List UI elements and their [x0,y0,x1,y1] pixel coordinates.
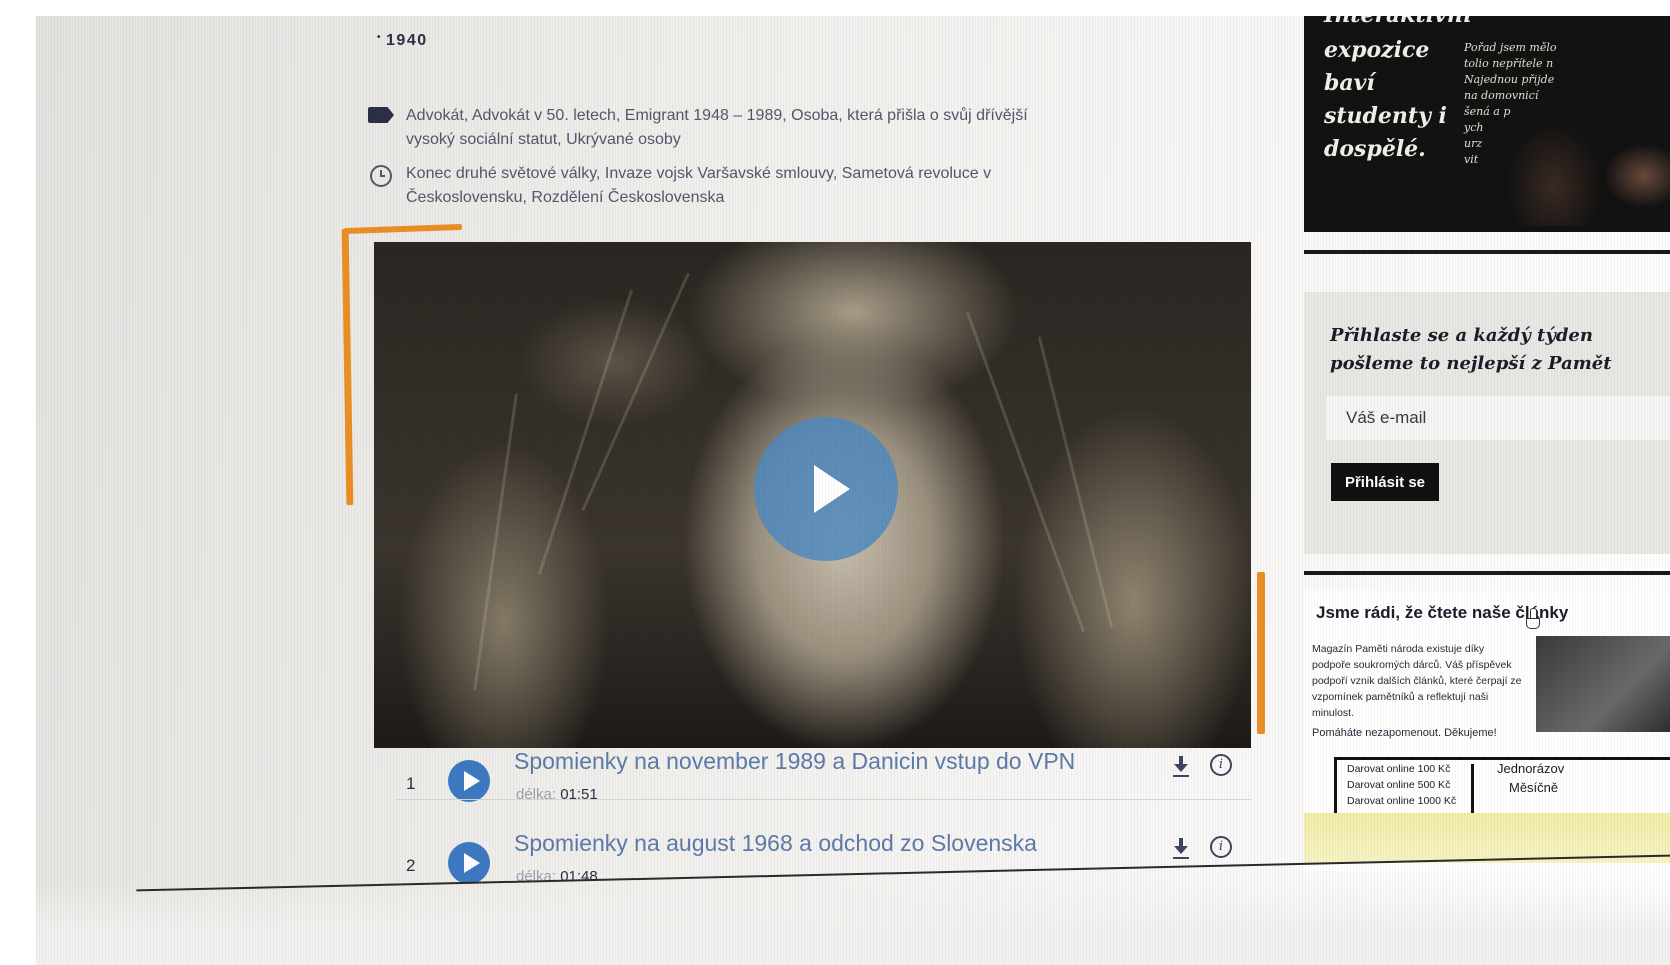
screen-bottom-edge [36,881,1670,965]
track-number: 2 [406,856,416,875]
newsletter-title: Přihlaste se a každý týden pošleme to ne… [1330,325,1612,374]
track-number: 1 [406,774,416,793]
subscribe-button[interactable]: Přihlásit se [1331,463,1439,501]
year-text: 1940 [386,32,428,49]
donate-option-1000[interactable]: Darovat online 1000 Kč [1347,795,1456,807]
track-divider [396,799,1251,800]
track-title[interactable]: Spomienky na august 1968 a odchod zo Slo… [514,830,1037,857]
donate-option-100[interactable]: Darovat online 100 Kč [1347,763,1450,775]
track-item-1[interactable]: 1 Spomienky na november 1989 a Danicin v… [396,744,1256,814]
promo-headline: expozice baví studenty i dospělé. [1324,37,1447,162]
orange-frame-top [343,223,463,235]
donate-option-500[interactable]: Darovat online 500 Kč [1347,779,1450,791]
clock-icon [366,162,396,210]
donation-options: Darovat online 100 Kč Darovat online 500… [1334,757,1670,819]
track-duration: délka: 01:51 [516,786,598,803]
donation-box: Jsme rádi, že čtete naše články Magazín … [1304,591,1670,871]
donation-text: Magazín Paměti národa existuje díky podp… [1312,643,1522,719]
donate-monthly-tab[interactable]: Měsíčně [1509,780,1558,795]
newsletter-box: Přihlaste se a každý týden pošleme to ne… [1304,292,1670,554]
track-play-button[interactable] [448,760,490,802]
events-row: Konec druhé světové války, Invaze vojsk … [366,162,1066,210]
video-play-button[interactable] [754,417,898,561]
donation-image [1536,636,1670,732]
events-text: Konec druhé světové války, Invaze vojsk … [406,165,992,206]
track-play-button[interactable] [448,842,490,884]
hand-cursor-icon [1526,608,1540,629]
info-icon[interactable]: i [1210,754,1232,776]
birth-year: • 1940 [377,32,428,49]
donation-thanks: Pomáháte nezapomenout. Děkujeme! [1312,727,1497,739]
exhibition-promo-banner[interactable]: Interaktivní expozice baví studenty i do… [1304,16,1670,232]
download-icon[interactable] [1169,836,1193,860]
tags-text: Advokát, Advokát v 50. letech, Emigrant … [406,107,1028,148]
tag-icon [366,104,396,152]
donate-one-time-tab[interactable]: Jednorázov [1497,761,1564,776]
sidebar-divider [1304,571,1670,575]
info-icon[interactable]: i [1210,836,1232,858]
monitor-screen: • 1940 Advokát, Advokát v 50. letech, Emi… [36,16,1670,965]
download-icon[interactable] [1169,754,1193,778]
tags-row: Advokát, Advokát v 50. letech, Emigrant … [366,104,1066,152]
video-player[interactable] [374,242,1251,748]
promo-headline-top: Interaktivní [1324,16,1471,28]
donation-divider [1471,764,1474,814]
sidebar-divider [1304,250,1670,254]
track-title[interactable]: Spomienky na november 1989 a Danicin vst… [514,748,1075,775]
email-field[interactable] [1326,396,1670,440]
orange-frame-left [341,228,354,506]
orange-frame-right [1257,572,1265,734]
promo-quote: Pořad jsem mělo tolio nepřítele n Najedn… [1464,41,1557,166]
